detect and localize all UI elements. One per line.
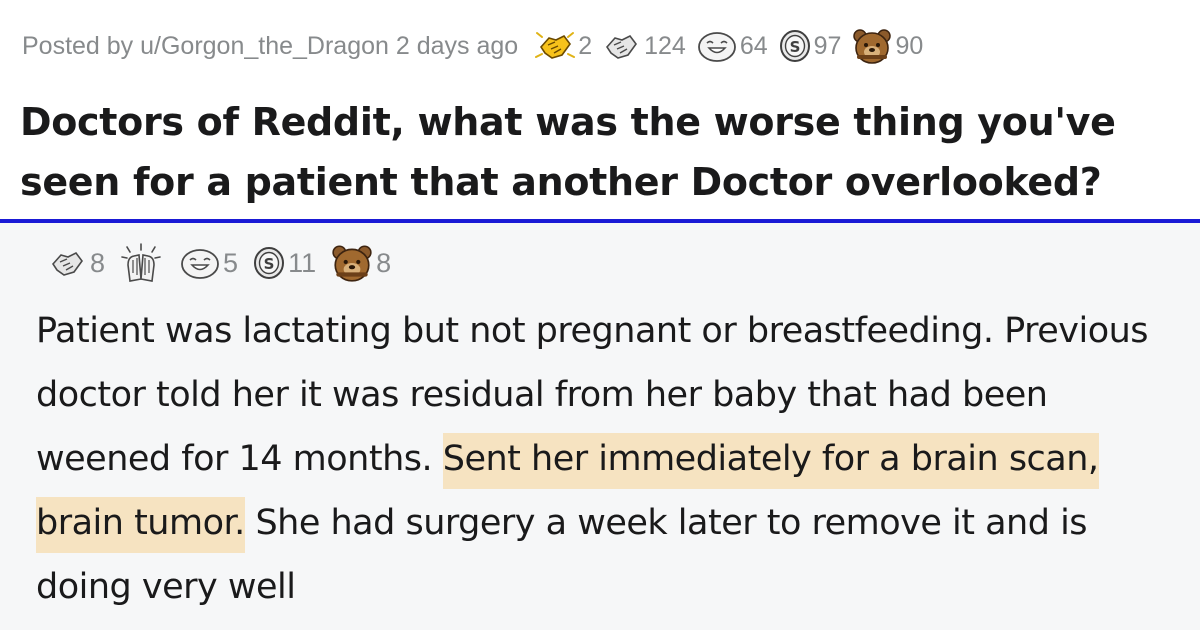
svg-text:S: S xyxy=(789,38,800,56)
bear-award-icon xyxy=(853,29,892,64)
clapping-hands-award-icon xyxy=(121,243,161,282)
award-count: 8 xyxy=(376,247,392,278)
silver-coin-award-icon: S xyxy=(254,247,285,279)
award-count: 64 xyxy=(739,31,768,60)
award-count: 90 xyxy=(895,31,924,60)
award-count: 2 xyxy=(578,31,593,60)
award-silver-handshake[interactable]: 124 xyxy=(602,28,686,64)
post-meta-row: Posted by u/Gorgon_the_Dragon 2 days ago… xyxy=(22,26,933,66)
silver-handshake-award-icon xyxy=(606,34,638,59)
gold-handshake-award-icon xyxy=(535,32,576,59)
award-count: 124 xyxy=(644,31,686,60)
award-count: 11 xyxy=(288,247,317,278)
award-count: 5 xyxy=(223,247,239,278)
comment-body: Patient was lactating but not pregnant o… xyxy=(36,299,1186,619)
svg-text:S: S xyxy=(264,255,275,273)
laughing-face-award-icon xyxy=(697,32,736,62)
award-count: 97 xyxy=(813,31,842,60)
award-count: 8 xyxy=(90,247,106,278)
award-gold-handshake[interactable]: 2 xyxy=(534,27,592,65)
comment-award-handshake[interactable]: 8 xyxy=(48,245,105,281)
comment-awards-row: 8 5 S 11 8 xyxy=(48,243,405,283)
award-laughing-face[interactable]: 64 xyxy=(696,28,768,64)
post-title[interactable]: Doctors of Reddit, what was the worse th… xyxy=(20,92,1190,212)
post-header: Posted by u/Gorgon_the_Dragon 2 days ago… xyxy=(0,0,1200,220)
laughing-face-award-icon xyxy=(181,249,219,279)
handshake-award-icon xyxy=(51,251,83,276)
silver-coin-award-icon: S xyxy=(779,30,810,62)
comment-award-clapping[interactable] xyxy=(119,243,165,283)
comment: 8 5 S 11 8 Patient was lactating but not… xyxy=(0,223,1200,630)
award-silver-coin[interactable]: S 97 xyxy=(778,28,842,64)
bear-award-icon xyxy=(332,245,372,282)
posted-by-text[interactable]: Posted by u/Gorgon_the_Dragon 2 days ago xyxy=(22,32,518,61)
award-bear[interactable]: 90 xyxy=(851,27,923,65)
comment-award-silver-coin[interactable]: S 11 xyxy=(252,245,316,281)
comment-award-laughing-face[interactable]: 5 xyxy=(179,245,238,281)
comment-award-bear[interactable]: 8 xyxy=(330,243,391,283)
